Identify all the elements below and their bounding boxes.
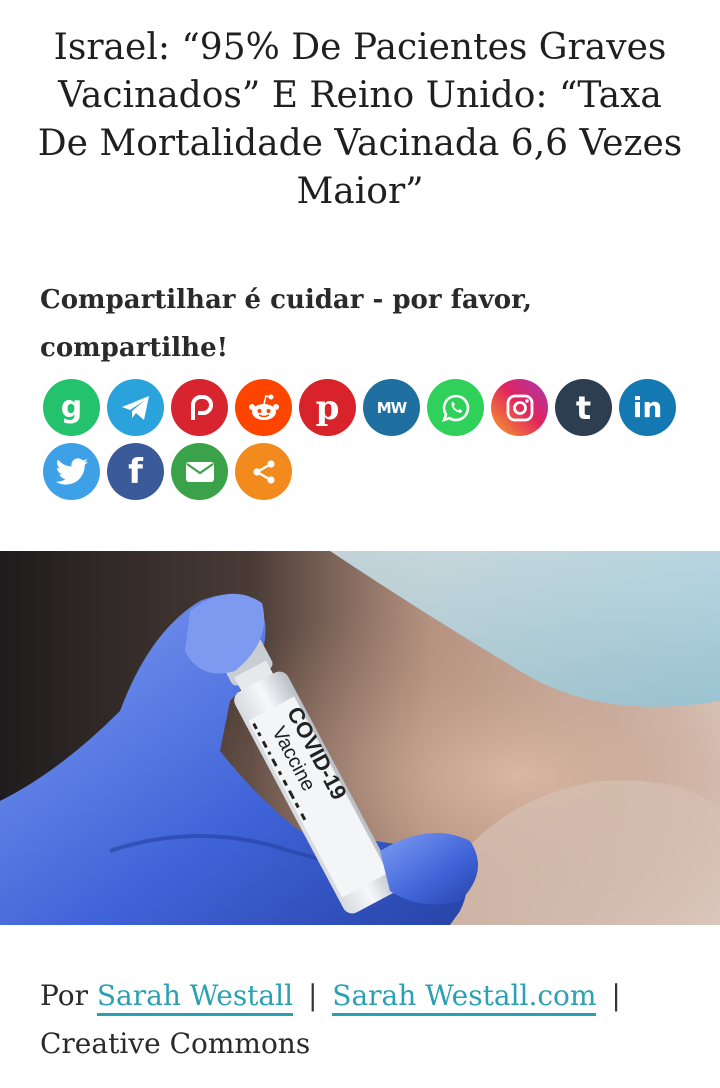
share-button-gab[interactable]: g — [43, 379, 100, 436]
instagram-icon — [506, 394, 533, 421]
license-text: Creative Commons — [40, 1027, 311, 1060]
share-button-facebook[interactable]: f — [107, 443, 164, 500]
share-button-email[interactable] — [171, 443, 228, 500]
pinterest-icon: p — [315, 387, 340, 428]
mewe-icon: MW — [376, 398, 408, 417]
share-icon — [252, 459, 275, 484]
byline-prefix: Por — [40, 979, 88, 1012]
share-button-twitter[interactable] — [43, 443, 100, 500]
byline: Por Sarah Westall | Sarah Westall.com | … — [40, 972, 700, 1068]
share-button-reddit[interactable] — [235, 379, 292, 436]
telegram-icon — [121, 395, 149, 420]
share-buttons-row-1: g p MW t in — [43, 379, 683, 436]
share-button-telegram[interactable] — [107, 379, 164, 436]
article-title: Israel: “95% De Pacientes Graves Vacinad… — [37, 27, 683, 212]
vaccine-vial-photo: COVID-19 Vaccine — [0, 551, 720, 925]
share-buttons-row-2: f — [43, 443, 683, 500]
reddit-icon — [248, 394, 279, 420]
parler-icon — [190, 394, 213, 420]
hero-image: COVID-19 Vaccine — [0, 551, 720, 925]
share-button-parler[interactable] — [171, 379, 228, 436]
author-link[interactable]: Sarah Westall — [96, 979, 294, 1016]
tumblr-icon: t — [575, 388, 592, 427]
share-heading: Compartilhar é cuidar - por favor, compa… — [40, 285, 532, 363]
twitter-icon — [55, 457, 88, 485]
linkedin-icon: in — [632, 391, 663, 424]
share-button-more[interactable] — [235, 443, 292, 500]
whatsapp-icon — [441, 394, 469, 422]
share-button-linkedin[interactable]: in — [619, 379, 676, 436]
share-button-pinterest[interactable]: p — [299, 379, 356, 436]
facebook-icon: f — [128, 451, 143, 492]
share-button-instagram[interactable] — [491, 379, 548, 436]
email-icon — [185, 461, 214, 482]
gab-icon: g — [60, 390, 83, 425]
share-button-tumblr[interactable]: t — [555, 379, 612, 436]
share-button-mewe[interactable]: MW — [363, 379, 420, 436]
share-button-whatsapp[interactable] — [427, 379, 484, 436]
byline-separator-2: | — [611, 979, 621, 1012]
byline-separator-1: | — [307, 979, 318, 1012]
site-link[interactable]: Sarah Westall.com — [332, 979, 597, 1016]
